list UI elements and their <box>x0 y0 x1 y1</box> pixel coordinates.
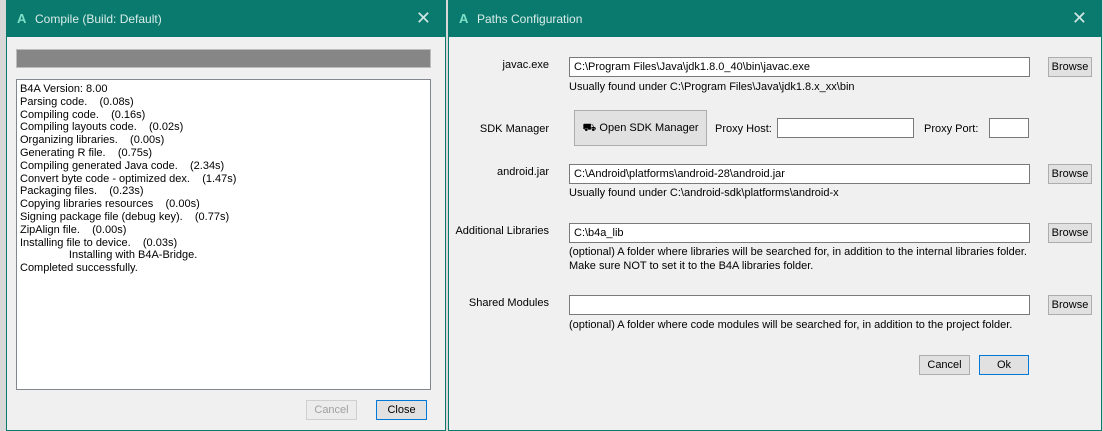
additional-libraries-input[interactable]: C:\b4a_lib <box>569 223 1030 243</box>
proxy-port-input[interactable] <box>989 118 1029 138</box>
shared-modules-input[interactable] <box>569 295 1030 315</box>
ok-button[interactable]: Ok <box>979 355 1029 375</box>
shared-modules-browse-button[interactable]: Browse <box>1048 295 1092 315</box>
b4a-logo-icon: A <box>17 11 27 26</box>
log-line: ZipAlign file. (0.00s) <box>20 223 127 236</box>
progress-bar <box>16 49 431 68</box>
sdk-manager-icon: ⛟ <box>582 122 597 134</box>
log-line: Compiling code. (0.16s) <box>20 108 146 121</box>
shared-modules-label: Shared Modules <box>468 297 549 309</box>
compile-dialog: A Compile (Build: Default) ✕ B4A Version… <box>6 0 446 431</box>
android-jar-label: android.jar <box>497 166 549 178</box>
title-bar: A Compile (Build: Default) ✕ <box>7 1 445 37</box>
b4a-logo-icon: A <box>459 11 469 26</box>
additional-libraries-browse-button[interactable]: Browse <box>1048 223 1092 243</box>
cancel-button[interactable]: Cancel <box>919 355 970 375</box>
android-jar-hint: Usually found under C:\android-sdk\platf… <box>569 187 839 199</box>
title-bar: A Paths Configuration ✕ <box>449 1 1101 37</box>
javac-label: javac.exe <box>502 59 549 71</box>
additional-libraries-hint: (optional) A folder where libraries will… <box>569 246 1027 258</box>
log-line: Convert byte code - optimized dex. (1.47… <box>20 172 237 185</box>
log-line: B4A Version: 8.00 <box>20 83 108 95</box>
proxy-host-input[interactable] <box>777 118 914 138</box>
javac-input[interactable]: C:\Program Files\Java\jdk1.8.0_40\bin\ja… <box>569 57 1030 77</box>
log-line: Packaging files. (0.23s) <box>20 185 144 198</box>
log-line: Installing file to device. (0.03s) <box>20 236 178 249</box>
log-line: Copying libraries resources (0.00s) <box>20 198 200 211</box>
additional-libraries-warning: Make sure NOT to set it to the B4A libra… <box>569 260 814 272</box>
log-line: Compiling generated Java code. (2.34s) <box>20 159 225 172</box>
log-line: Installing with B4A-Bridge. <box>20 249 198 262</box>
proxy-host-label: Proxy Host: <box>715 123 772 135</box>
log-line: Completed successfully. <box>20 262 138 275</box>
shared-modules-hint: (optional) A folder where code modules w… <box>569 319 1013 331</box>
close-icon[interactable]: ✕ <box>1072 8 1087 29</box>
compile-log[interactable]: B4A Version: 8.00 Parsing code. (0.08s) Co… <box>16 79 431 390</box>
log-line: Organizing libraries. (0.00s) <box>20 134 165 147</box>
cancel-button[interactable]: Cancel <box>306 400 357 420</box>
dialog-title: Compile (Build: Default) <box>35 12 162 26</box>
open-sdk-manager-label: Open SDK Manager <box>599 122 699 134</box>
progress-fill <box>17 50 430 67</box>
log-line: Signing package file (debug key). (0.77s… <box>20 210 230 223</box>
open-sdk-manager-button[interactable]: ⛟ Open SDK Manager <box>574 110 707 146</box>
javac-browse-button[interactable]: Browse <box>1048 57 1092 77</box>
close-icon[interactable]: ✕ <box>416 8 431 29</box>
log-line: Generating R file. (0.75s) <box>20 146 153 159</box>
javac-hint: Usually found under C:\Program Files\Jav… <box>569 81 855 93</box>
proxy-port-label: Proxy Port: <box>924 123 979 135</box>
additional-libraries-label: Additional Libraries <box>455 225 549 237</box>
sdk-manager-label: SDK Manager <box>479 123 549 135</box>
log-line: Parsing code. (0.08s) <box>20 95 134 108</box>
paths-dialog: A Paths Configuration ✕ javac.exe C:\Pro… <box>448 0 1102 431</box>
dialog-title: Paths Configuration <box>477 12 583 26</box>
close-button[interactable]: Close <box>376 400 427 420</box>
log-line: Compiling layouts code. (0.02s) <box>20 121 184 134</box>
android-jar-input[interactable]: C:\Android\platforms\android-28\android.… <box>569 164 1030 184</box>
android-jar-browse-button[interactable]: Browse <box>1048 164 1092 184</box>
